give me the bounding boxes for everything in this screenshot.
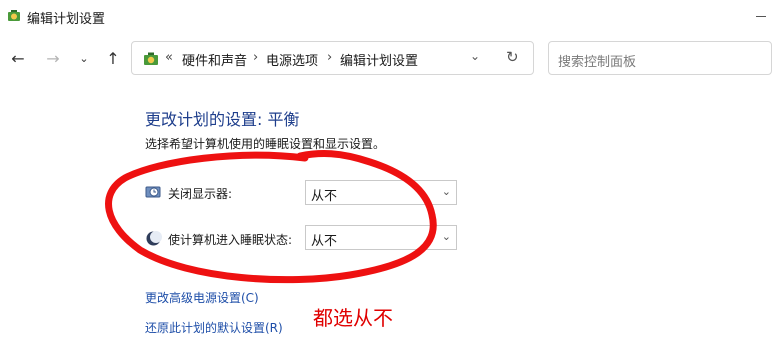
- search-input[interactable]: 搜索控制面板: [548, 41, 772, 75]
- back-button[interactable]: ←: [4, 44, 32, 72]
- up-button[interactable]: ↑: [99, 44, 127, 72]
- minimize-button[interactable]: [756, 2, 778, 30]
- breadcrumb-separator: ›: [327, 50, 333, 65]
- breadcrumb-hardware-sound[interactable]: 硬件和声音: [182, 50, 247, 69]
- control-panel-icon: [8, 10, 20, 21]
- arrow-up-icon: ↑: [106, 48, 120, 68]
- address-history-chevron-icon[interactable]: ⌄: [470, 49, 480, 63]
- control-panel-icon: [144, 52, 158, 65]
- advanced-power-settings-link[interactable]: 更改高级电源设置(C): [145, 289, 259, 306]
- moon-sleep-icon: [146, 231, 162, 246]
- page-title: 更改计划的设置: 平衡: [145, 110, 300, 129]
- page-subtitle: 选择希望计算机使用的睡眠设置和显示设置。: [145, 137, 386, 151]
- restore-defaults-link[interactable]: 还原此计划的默认设置(R): [145, 319, 283, 336]
- window-title: 编辑计划设置: [27, 12, 106, 27]
- monitor-clock-icon: [145, 186, 161, 198]
- breadcrumb-overflow[interactable]: «: [165, 50, 173, 65]
- arrow-left-icon: ←: [11, 48, 25, 68]
- breadcrumb-edit-plan[interactable]: 编辑计划设置: [340, 50, 418, 69]
- sleep-value: 从不: [311, 234, 338, 249]
- refresh-icon[interactable]: ↻: [506, 48, 519, 66]
- sleep-select[interactable]: 从不 ⌄: [305, 225, 457, 250]
- navigation-bar: ← → ⌄ ↑ « 硬件和声音 › 电源选项 › 编辑计划设置 ⌄ ↻ 搜索控制…: [0, 38, 778, 78]
- recent-locations-button[interactable]: ⌄: [70, 44, 98, 72]
- forward-button[interactable]: →: [39, 44, 67, 72]
- display-off-label: 关闭显示器:: [168, 187, 233, 201]
- sleep-label: 使计算机进入睡眠状态:: [168, 233, 293, 247]
- chevron-down-icon: ⌄: [79, 51, 89, 65]
- chevron-down-icon: ⌄: [441, 185, 451, 198]
- breadcrumb-separator: ›: [253, 50, 259, 65]
- address-bar[interactable]: « 硬件和声音 › 电源选项 › 编辑计划设置 ⌄ ↻: [131, 41, 534, 75]
- annotation-text: 都选从不: [313, 306, 393, 330]
- arrow-right-icon: →: [46, 48, 60, 68]
- title-bar: 编辑计划设置: [0, 0, 778, 34]
- chevron-down-icon: ⌄: [441, 230, 451, 243]
- display-off-value: 从不: [311, 189, 338, 204]
- display-off-select[interactable]: 从不 ⌄: [305, 180, 457, 205]
- breadcrumb-power-options[interactable]: 电源选项: [266, 50, 318, 69]
